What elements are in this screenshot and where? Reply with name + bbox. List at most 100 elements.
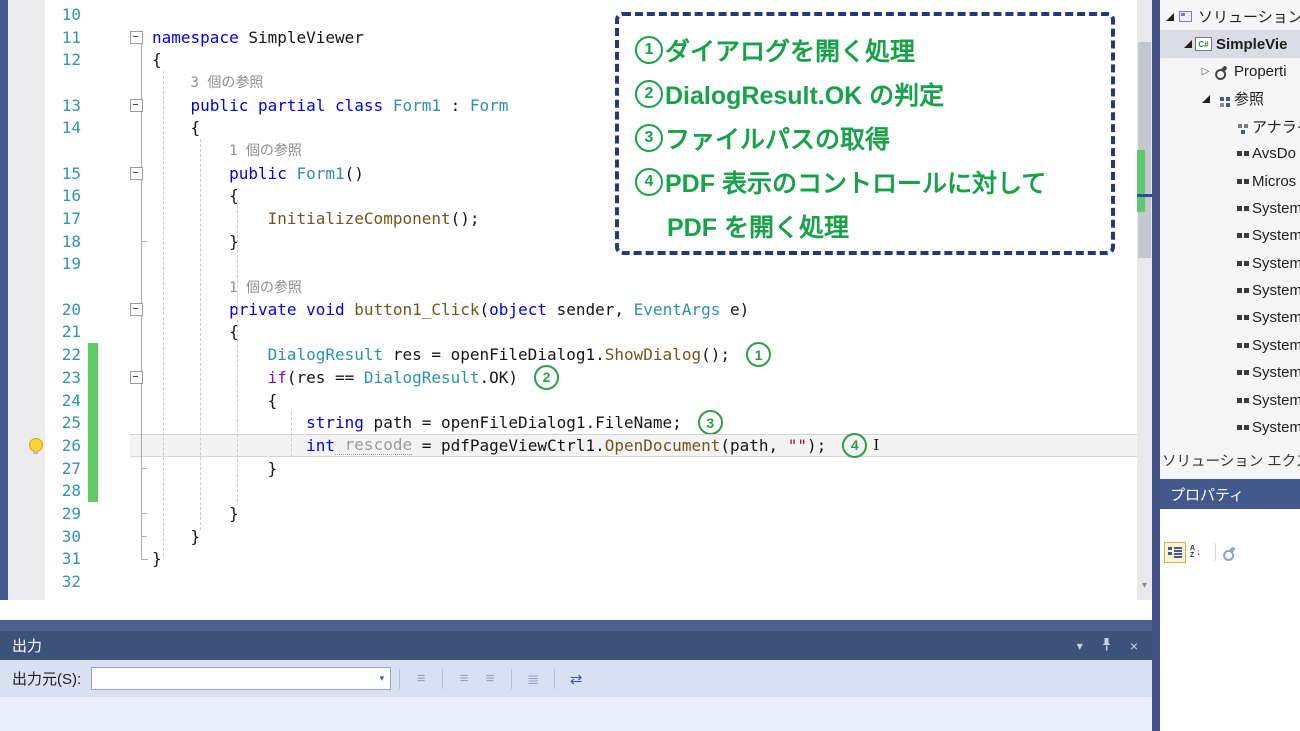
code-line-19[interactable]: 19 bbox=[8, 253, 1137, 276]
code-text[interactable]: int rescode = pdfPageViewCtrl1. OpenDocum… bbox=[152, 432, 879, 458]
line-body[interactable]: { bbox=[130, 389, 1137, 412]
output-content[interactable] bbox=[0, 697, 1152, 731]
code-line-24[interactable]: 24 { bbox=[8, 388, 1137, 412]
categorized-view-icon[interactable] bbox=[1164, 541, 1186, 563]
tree-item--s[interactable]: ソリューション 'S bbox=[1160, 3, 1300, 30]
word-wrap-icon[interactable]: ⇄ bbox=[563, 668, 589, 690]
code-text[interactable]: { bbox=[152, 186, 239, 205]
code-line-30[interactable]: 30 } bbox=[8, 525, 1137, 548]
line-body[interactable]: } bbox=[130, 525, 1137, 548]
tree-item-system[interactable]: System bbox=[1160, 332, 1300, 359]
solution-explorer-tab[interactable]: ソリューション エクス bbox=[1160, 447, 1300, 473]
tree-item-properti[interactable]: ▷ Properti bbox=[1160, 58, 1300, 85]
code-text[interactable]: 1 個の参照 bbox=[152, 140, 302, 160]
tree-item-system[interactable]: System bbox=[1160, 222, 1300, 249]
expanded-arrow-icon[interactable] bbox=[1180, 40, 1195, 49]
tree-item-system[interactable]: System bbox=[1160, 277, 1300, 304]
tree-item-system[interactable]: System bbox=[1160, 386, 1300, 413]
line-body[interactable]: } bbox=[130, 457, 1137, 480]
code-text[interactable]: } bbox=[152, 459, 278, 478]
collapsed-arrow-icon[interactable]: ▷ bbox=[1198, 66, 1213, 77]
lightbulb-icon[interactable] bbox=[29, 438, 43, 455]
line-body[interactable]: 1 個の参照 bbox=[130, 275, 1137, 298]
code-text[interactable]: public Form1() bbox=[152, 164, 364, 183]
line-body[interactable]: { bbox=[130, 321, 1137, 344]
tree-item--[interactable]: 参照 bbox=[1160, 85, 1300, 112]
expanded-arrow-icon[interactable] bbox=[1198, 94, 1213, 103]
alphabetical-sort-icon[interactable]: A Z ↓ bbox=[1190, 545, 1201, 559]
fold-collapse-box[interactable] bbox=[130, 302, 143, 316]
window-position-icon[interactable]: ▾ bbox=[1077, 639, 1083, 653]
line-body[interactable] bbox=[130, 570, 1137, 593]
fold-collapse-box[interactable] bbox=[130, 370, 143, 384]
tree-item-system[interactable]: System bbox=[1160, 414, 1300, 441]
code-line-22[interactable]: 22 DialogResult res = openFileDialog1. Sh… bbox=[8, 342, 1137, 368]
tree-item-avsdo[interactable]: AvsDo bbox=[1160, 140, 1300, 167]
code-line-32[interactable]: 32 bbox=[8, 570, 1137, 593]
line-body[interactable]: string path = openFileDialog1.FileName; 3 bbox=[130, 410, 1137, 436]
tree-item-system[interactable]: System bbox=[1160, 250, 1300, 277]
prev-message-icon[interactable]: ≡ bbox=[451, 668, 477, 690]
code-line-27[interactable]: 27 } bbox=[8, 456, 1137, 480]
code-line-21[interactable]: 21 { bbox=[8, 321, 1137, 344]
fold-margin-cell bbox=[130, 370, 152, 384]
tree-item-system[interactable]: System bbox=[1160, 304, 1300, 331]
code-line-20[interactable]: 20 private void button1_Click(object sen… bbox=[8, 298, 1137, 321]
code-text[interactable]: namespace SimpleViewer bbox=[152, 28, 364, 47]
code-line-29[interactable]: 29 } bbox=[8, 502, 1137, 525]
fold-collapse-box[interactable] bbox=[130, 166, 143, 180]
code-line-28[interactable]: 28 bbox=[8, 479, 1137, 503]
properties-panel-header[interactable]: プロパティ bbox=[1160, 479, 1300, 509]
clear-output-icon[interactable]: ≣ bbox=[520, 668, 546, 690]
panel-separator[interactable] bbox=[1152, 0, 1160, 731]
code-text[interactable]: 1 個の参照 bbox=[152, 277, 302, 297]
code-line-26[interactable]: 26 int rescode = pdfPageViewCtrl1. OpenDo… bbox=[8, 432, 1137, 458]
token-kw: private void bbox=[229, 299, 355, 319]
line-body[interactable] bbox=[130, 479, 1137, 502]
fold-collapse-box[interactable] bbox=[130, 98, 143, 112]
code-text[interactable]: { bbox=[152, 50, 162, 69]
code-text[interactable]: } bbox=[152, 232, 239, 251]
property-pages-icon[interactable] bbox=[1224, 546, 1236, 558]
line-body[interactable]: private void button1_Click(object sender… bbox=[130, 298, 1137, 321]
tree-item--[interactable]: アナライ bbox=[1160, 113, 1300, 140]
pin-icon[interactable] bbox=[1101, 637, 1112, 654]
code-text[interactable]: public partial class Form1 : Form bbox=[152, 96, 509, 115]
line-body[interactable]: } bbox=[130, 502, 1137, 525]
output-panel-header[interactable]: 出力 ▾ × bbox=[0, 631, 1152, 660]
changed-line-bar bbox=[88, 434, 98, 457]
annotation-line: 3 ファイルパスの取得 bbox=[635, 116, 1095, 160]
tree-item-micros[interactable]: Micros bbox=[1160, 167, 1300, 194]
expanded-arrow-icon[interactable] bbox=[1162, 12, 1177, 21]
line-body[interactable]: if (res == DialogResult .OK) 2 bbox=[130, 364, 1137, 390]
code-text[interactable]: } bbox=[152, 549, 162, 568]
tree-item-simplevie[interactable]: C# SimpleVie bbox=[1160, 30, 1300, 58]
fold-collapse-box[interactable] bbox=[130, 30, 143, 44]
code-text[interactable]: { bbox=[152, 322, 239, 341]
next-message-icon[interactable]: ≡ bbox=[477, 668, 503, 690]
code-text[interactable]: if (res == DialogResult .OK) 2 bbox=[152, 364, 560, 390]
code-text[interactable]: { bbox=[152, 118, 201, 137]
code-line-31[interactable]: 31} bbox=[8, 548, 1137, 571]
tree-item-system[interactable]: System bbox=[1160, 195, 1300, 222]
code-text[interactable]: InitializeComponent (); bbox=[152, 209, 480, 228]
output-source-combo[interactable]: ▾ bbox=[91, 667, 392, 690]
current-line-highlight[interactable]: int rescode = pdfPageViewCtrl1. OpenDocum… bbox=[130, 432, 1137, 458]
vertical-scrollbar[interactable]: ▾ bbox=[1137, 0, 1152, 600]
codelens-row[interactable]: 1 個の参照 bbox=[8, 275, 1137, 298]
line-body[interactable] bbox=[130, 253, 1137, 276]
code-text[interactable]: DialogResult res = openFileDialog1. ShowD… bbox=[152, 342, 771, 368]
code-text[interactable]: } bbox=[152, 527, 201, 546]
code-text[interactable]: private void button1_Click(object sender… bbox=[152, 300, 749, 319]
close-icon[interactable]: × bbox=[1130, 638, 1138, 654]
line-body[interactable]: } bbox=[130, 548, 1137, 571]
code-text[interactable]: 3 個の参照 bbox=[152, 72, 264, 92]
tree-item-system[interactable]: System bbox=[1160, 359, 1300, 386]
code-line-23[interactable]: 23 if (res == DialogResult .OK) 2 bbox=[8, 364, 1137, 390]
line-body[interactable]: DialogResult res = openFileDialog1. ShowD… bbox=[130, 342, 1137, 368]
goto-message-icon[interactable]: ≡ bbox=[408, 668, 434, 690]
code-text[interactable]: } bbox=[152, 504, 239, 523]
code-text[interactable]: { bbox=[152, 391, 278, 410]
scrollbar-down-arrow-icon[interactable]: ▾ bbox=[1137, 580, 1152, 591]
code-line-25[interactable]: 25 string path = openFileDialog1.FileNam… bbox=[8, 410, 1137, 436]
